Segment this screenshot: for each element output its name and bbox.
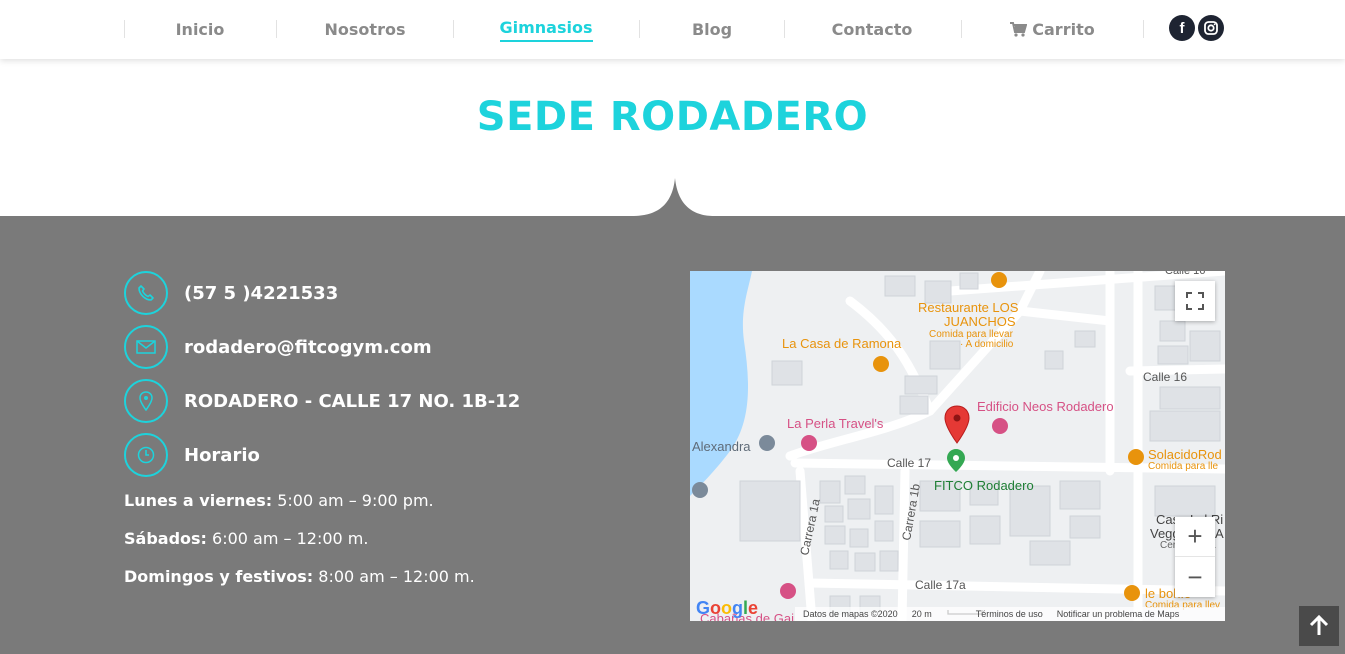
svg-text:Calle 17: Calle 17 — [887, 456, 931, 470]
map-report-link[interactable]: Notificar un problema de Maps — [1057, 609, 1180, 619]
nav-label: Blog — [691, 20, 733, 39]
schedule-row: Sábados: 6:00 am – 12:00 m. — [124, 529, 368, 548]
nav-item-blog[interactable]: Blog — [672, 0, 752, 59]
arrow-up-icon — [1309, 615, 1329, 635]
map-poi-label[interactable]: Restaurante LOS — [918, 300, 1018, 315]
nav-separator — [124, 20, 125, 38]
nav-separator — [961, 20, 962, 38]
schedule-row: Domingos y festivos: 8:00 am – 12:00 m. — [124, 567, 475, 586]
location-pin-icon — [124, 379, 168, 423]
map-poi-label[interactable]: Alexandra — [692, 439, 751, 454]
nav-label: Nosotros — [324, 20, 406, 39]
map-poi-label[interactable]: La Perla Travel's — [787, 416, 883, 431]
address: RODADERO - CALLE 17 NO. 1B-12 — [184, 390, 521, 412]
nav-item-contacto[interactable]: Contacto — [822, 0, 922, 59]
nav-separator — [453, 20, 454, 38]
back-to-top-button[interactable] — [1299, 606, 1339, 646]
email-address[interactable]: rodadero@fitcogym.com — [184, 337, 432, 358]
map-poi-label[interactable]: Edificio Neos Rodadero — [977, 399, 1114, 414]
map-terms-link[interactable]: Términos de uso — [976, 609, 1043, 619]
hours-title: Horario — [184, 444, 260, 466]
mail-icon — [124, 325, 168, 369]
svg-text:Calle 17a: Calle 17a — [915, 578, 966, 592]
map-poi-label[interactable]: FITCO Rodadero — [934, 478, 1034, 493]
schedule-time: 6:00 am – 12:00 m. — [206, 529, 369, 548]
nav-label: Inicio — [175, 20, 225, 39]
facebook-icon[interactable]: f — [1169, 15, 1195, 41]
map-poi-label[interactable]: La Casa de Ramona — [782, 336, 901, 351]
google-logo: Google — [696, 598, 759, 618]
google-map[interactable]: Calle 16 Calle 17 Calle 17a Calle 16 Car… — [690, 271, 1225, 621]
contact-address: RODADERO - CALLE 17 NO. 1B-12 — [124, 379, 520, 423]
schedule-day: Domingos y festivos: — [124, 567, 314, 586]
zoom-out-button[interactable]: − — [1175, 557, 1215, 597]
nav-item-inicio[interactable]: Inicio — [150, 0, 250, 59]
contact-hours: Horario — [124, 433, 260, 477]
instagram-icon[interactable] — [1198, 15, 1224, 41]
section-notch — [632, 178, 714, 218]
zoom-in-button[interactable]: + — [1175, 517, 1215, 557]
fullscreen-button[interactable] — [1175, 281, 1215, 321]
nav-separator — [276, 20, 277, 38]
map-data-credit: Datos de mapas ©2020 — [803, 609, 898, 619]
zoom-controls: + − — [1175, 517, 1215, 597]
schedule-day: Lunes a viernes: — [124, 491, 273, 510]
phone-number[interactable]: (57 5 )4221533 — [184, 283, 338, 304]
nav-item-carrito[interactable]: Carrito — [1000, 0, 1105, 59]
map-poi-sub: · A domicilio — [960, 339, 1014, 350]
schedule-time: 5:00 am – 9:00 pm. — [272, 491, 434, 510]
nav-item-gimnasios[interactable]: Gimnasios — [486, 0, 606, 59]
contact-phone: (57 5 )4221533 — [124, 271, 338, 315]
phone-icon — [124, 271, 168, 315]
nav-separator — [1143, 20, 1144, 38]
street-label: Calle 16 — [1143, 370, 1187, 384]
map-poi-label[interactable]: SolacidoRod — [1148, 447, 1222, 462]
clock-icon — [124, 433, 168, 477]
schedule-time: 8:00 am – 12:00 m. — [313, 567, 475, 586]
nav-separator — [639, 20, 640, 38]
top-navigation: Inicio Nosotros Gimnasios Blog Contacto … — [0, 0, 1345, 59]
map-scale: 20 m — [911, 609, 932, 619]
fullscreen-icon — [1186, 292, 1204, 310]
nav-label: Carrito — [1032, 20, 1095, 39]
map-footer: Datos de mapas ©2020 20 m Términos de us… — [795, 607, 1225, 621]
map-poi-label[interactable]: JUANCHOS — [944, 314, 1016, 329]
svg-text:Calle 16: Calle 16 — [1165, 271, 1205, 277]
contact-email: rodadero@fitcogym.com — [124, 325, 432, 369]
schedule-row: Lunes a viernes: 5:00 am – 9:00 pm. — [124, 491, 434, 510]
schedule-day: Sábados: — [124, 529, 207, 548]
nav-item-nosotros[interactable]: Nosotros — [305, 0, 425, 59]
nav-label: Gimnasios — [499, 18, 593, 42]
cart-icon — [1010, 22, 1028, 37]
page-title: SEDE RODADERO — [476, 94, 869, 140]
nav-label: Contacto — [831, 20, 913, 39]
nav-separator — [784, 20, 785, 38]
map-poi-sub: Comida para lle — [1148, 461, 1219, 472]
